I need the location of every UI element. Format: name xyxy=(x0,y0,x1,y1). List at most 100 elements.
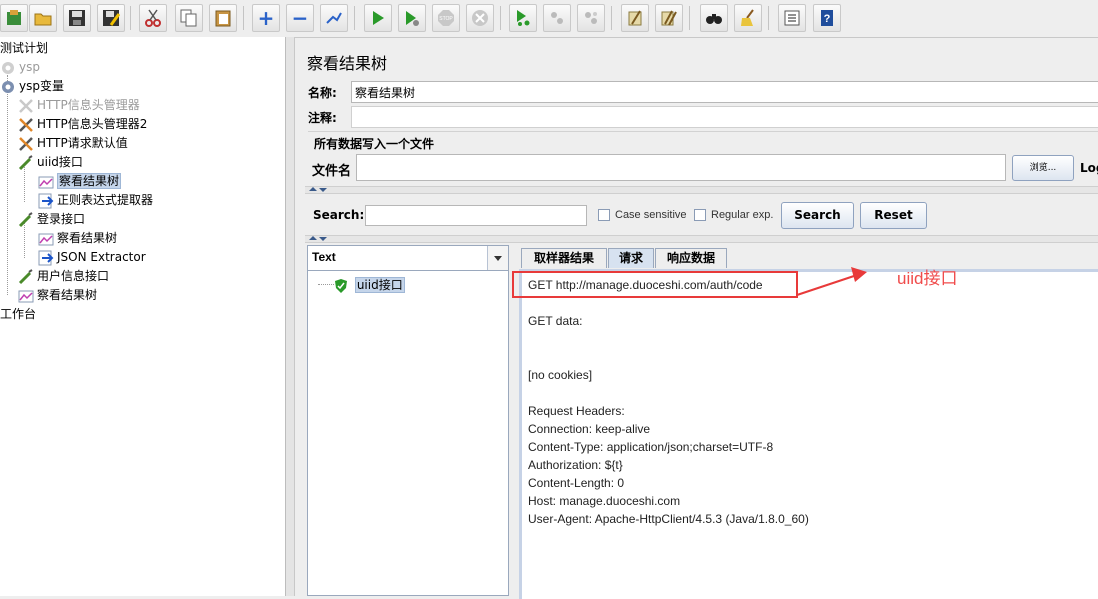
tree-node-header-manager-2[interactable]: HTTP信息头管理器2 xyxy=(18,115,147,133)
splitter[interactable] xyxy=(286,37,295,596)
wrench-icon xyxy=(18,136,34,152)
save-as-icon[interactable] xyxy=(97,4,125,32)
page-title: 察看结果树 xyxy=(307,54,388,73)
tree-node-label: JSON Extractor xyxy=(57,250,146,264)
tree-node-label: 正则表达式提取器 xyxy=(57,193,154,207)
request-line: User-Agent: Apache-HttpClient/4.5.3 (Jav… xyxy=(528,512,809,526)
collapse-icon[interactable]: − xyxy=(286,4,314,32)
annotation-text: uiid接口 xyxy=(897,269,958,288)
tree-node-view-results-tree-1[interactable]: 察看结果树 xyxy=(38,172,122,190)
remote-stop-icon[interactable] xyxy=(543,4,571,32)
browse-button[interactable]: 浏览... xyxy=(1012,155,1074,181)
clear-all-icon[interactable] xyxy=(655,4,683,32)
gear-icon xyxy=(0,60,16,76)
graph-icon xyxy=(18,288,34,304)
tree-node-view-results-tree-2[interactable]: 察看结果树 xyxy=(38,229,117,247)
request-line: GET data: xyxy=(528,314,583,328)
gear-icon xyxy=(0,79,16,95)
tab-request[interactable]: 请求 xyxy=(608,248,654,268)
request-line: Request Headers: xyxy=(528,404,625,418)
tree-node-label: 察看结果树 xyxy=(57,173,122,189)
tree-node-login-api[interactable]: 登录接口 xyxy=(18,210,85,228)
tree-node-label: 登录接口 xyxy=(37,212,86,226)
tree-node-regex-extractor[interactable]: 正则表达式提取器 xyxy=(38,191,153,209)
regex-checkbox[interactable] xyxy=(694,209,706,221)
tree-node-label: HTTP信息头管理器 xyxy=(37,98,140,112)
reset-button[interactable]: Reset xyxy=(860,202,927,229)
remote-exit-icon[interactable] xyxy=(577,4,605,32)
tree-node-http-defaults[interactable]: HTTP请求默认值 xyxy=(18,134,128,152)
tree-node-ysp[interactable]: ysp xyxy=(0,58,40,76)
template-icon[interactable] xyxy=(0,4,28,32)
annotation-box xyxy=(512,271,798,298)
request-line: Host: manage.duoceshi.com xyxy=(528,494,681,508)
test-plan-tree: 测试计划 ysp ysp变量 HTTP信息头管理器 HTTP信息头管理器2 HT… xyxy=(0,37,286,596)
filename-label: 文件名 xyxy=(312,164,352,179)
tree-node-json-extractor[interactable]: JSON Extractor xyxy=(38,248,146,266)
file-group-title: 所有数据写入一个文件 xyxy=(314,137,435,151)
tree-node-label: 用户信息接口 xyxy=(37,269,110,283)
wrench-icon xyxy=(18,117,34,133)
sample-result-tree: Text uiid接口 xyxy=(307,245,509,596)
tab-response-data[interactable]: 响应数据 xyxy=(655,248,727,268)
name-label: 名称: xyxy=(308,86,337,100)
graph-icon xyxy=(38,174,54,190)
search-input[interactable] xyxy=(365,205,587,226)
pipette-icon xyxy=(18,154,34,171)
expand-icon[interactable]: + xyxy=(252,4,280,32)
reset-search-broom-icon[interactable] xyxy=(734,4,762,32)
renderer-select[interactable]: Text xyxy=(308,246,508,271)
tab-sampler-result[interactable]: 取样器结果 xyxy=(521,248,607,268)
arrow-icon xyxy=(38,250,54,266)
toolbar: + − STOP ? xyxy=(0,0,1098,38)
tree-node-user-info-api[interactable]: 用户信息接口 xyxy=(18,267,109,285)
function-helper-icon[interactable] xyxy=(778,4,806,32)
request-content[interactable]: GET http://manage.duoceshi.com/auth/code… xyxy=(519,269,1098,599)
comment-field[interactable] xyxy=(351,106,1098,128)
search-binoculars-icon[interactable] xyxy=(700,4,728,32)
paste-icon[interactable] xyxy=(209,4,237,32)
search-button[interactable]: Search xyxy=(781,202,854,229)
toggle-icon[interactable] xyxy=(320,4,348,32)
tree-node-test-plan[interactable]: 测试计划 xyxy=(0,39,48,57)
open-icon[interactable] xyxy=(29,4,57,32)
tree-node-uiid-api[interactable]: uiid接口 xyxy=(18,153,83,171)
renderer-value: Text xyxy=(312,250,336,264)
tree-node-label: 测试计划 xyxy=(0,41,49,55)
copy-icon[interactable] xyxy=(175,4,203,32)
tree-node-label: 察看结果树 xyxy=(37,288,98,302)
search-label: Search: xyxy=(313,208,365,222)
save-icon[interactable] xyxy=(63,4,91,32)
request-line: Content-Length: 0 xyxy=(528,476,625,490)
comment-label: 注释: xyxy=(308,111,337,125)
stop-icon[interactable]: STOP xyxy=(432,4,460,32)
case-sensitive-checkbox[interactable] xyxy=(598,209,610,221)
regex-label: Regular exp. xyxy=(711,209,774,221)
tree-node-ysp-vars[interactable]: ysp变量 xyxy=(0,77,64,95)
start-no-pause-icon[interactable] xyxy=(398,4,426,32)
remote-start-icon[interactable] xyxy=(509,4,537,32)
tree-node-view-results-tree-3[interactable]: 察看结果树 xyxy=(18,286,97,304)
start-icon[interactable] xyxy=(364,4,392,32)
file-group: 所有数据写入一个文件 文件名 浏览... Log xyxy=(308,131,1098,186)
split-divider[interactable] xyxy=(305,186,1098,194)
tree-node-header-manager[interactable]: HTTP信息头管理器 xyxy=(18,96,140,114)
shutdown-icon[interactable] xyxy=(466,4,494,32)
tree-node-label: HTTP信息头管理器2 xyxy=(37,117,148,131)
tree-node-label: uiid接口 xyxy=(37,155,83,169)
tree-node-label: 察看结果树 xyxy=(57,231,118,245)
sample-node-uiid[interactable]: uiid接口 xyxy=(334,276,405,293)
clear-icon[interactable] xyxy=(621,4,649,32)
split-divider[interactable] xyxy=(305,235,1098,243)
tree-node-workbench[interactable]: 工作台 xyxy=(0,305,36,323)
sample-label: uiid接口 xyxy=(354,277,405,293)
chevron-down-icon[interactable] xyxy=(487,246,508,270)
filename-field[interactable] xyxy=(356,154,1006,181)
help-icon[interactable]: ? xyxy=(813,4,841,32)
arrow-icon xyxy=(38,193,54,209)
request-line: [no cookies] xyxy=(528,368,593,382)
cut-icon[interactable] xyxy=(139,4,167,32)
name-field[interactable] xyxy=(351,81,1098,103)
annotation-arrow xyxy=(796,267,867,296)
request-line: Connection: keep-alive xyxy=(528,422,651,436)
